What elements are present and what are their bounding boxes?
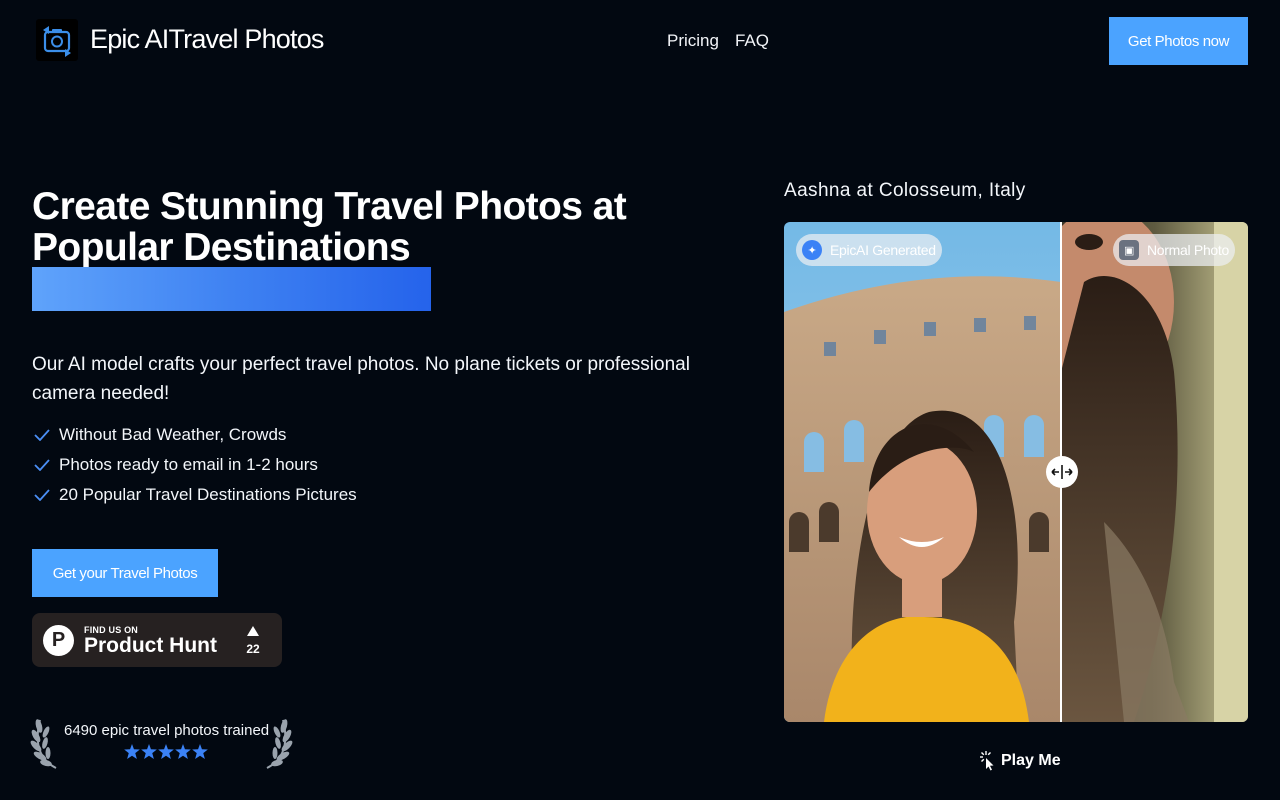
nav-link-faq[interactable]: FAQ: [735, 31, 769, 51]
star-icon: [158, 744, 174, 759]
normal-photo-label: Normal Photo: [1147, 242, 1229, 258]
epicai-generated-tag: ✦ EpicAI Generated: [796, 234, 942, 266]
get-photos-now-button[interactable]: Get Photos now: [1109, 17, 1248, 65]
feature-item: Photos ready to email in 1-2 hours: [32, 450, 357, 480]
star-icon: [192, 744, 208, 759]
brand-name[interactable]: Epic AITravel Photos: [90, 24, 324, 55]
play-me-button[interactable]: Play Me: [979, 751, 1061, 771]
star-icon: [175, 744, 191, 759]
product-hunt-icon: P: [43, 625, 74, 656]
check-icon: [34, 429, 50, 441]
normal-photo-tag: ▣ Normal Photo: [1113, 234, 1235, 266]
photos-trained-count: 6490 epic travel photos trained: [64, 722, 270, 739]
check-icon: [34, 459, 50, 471]
main-nav: Pricing FAQ: [667, 31, 769, 51]
epicai-generated-label: EpicAI Generated: [830, 242, 936, 258]
laurel-left-icon: [30, 719, 57, 769]
star-icon: [124, 744, 140, 759]
comparison-image: [784, 222, 1248, 722]
feature-text: 20 Popular Travel Destinations Pictures: [59, 485, 357, 504]
feature-item: Without Bad Weather, Crowds: [32, 420, 357, 450]
get-travel-photos-button[interactable]: Get your Travel Photos: [32, 549, 218, 597]
hero-lead: Our AI model crafts your perfect travel …: [32, 354, 690, 404]
star-icon: [141, 744, 157, 759]
photo-caption: Aashna at Colosseum, Italy: [784, 180, 1026, 201]
feature-text: Photos ready to email in 1-2 hours: [59, 455, 318, 474]
feature-list: Without Bad Weather, Crowds Photos ready…: [32, 420, 357, 510]
upvote-arrow-icon: [247, 626, 259, 636]
check-icon: [34, 489, 50, 501]
play-me-label: Play Me: [1001, 752, 1061, 769]
nav-link-pricing[interactable]: Pricing: [667, 31, 719, 51]
before-after-comparison[interactable]: ✦ EpicAI Generated ▣ Normal Photo: [784, 222, 1248, 722]
cursor-click-icon: [980, 751, 994, 771]
title-highlight-bar: [32, 267, 431, 311]
rating-stars: [124, 744, 208, 759]
sparkle-icon: ✦: [802, 240, 822, 260]
product-hunt-badge[interactable]: P FIND US ON Product Hunt 22: [32, 613, 282, 667]
site-header: Epic AITravel Photos Pricing FAQ Get Pho…: [0, 0, 1280, 82]
feature-item: 20 Popular Travel Destinations Pictures: [32, 480, 357, 510]
comparison-drag-handle[interactable]: [1046, 456, 1078, 488]
logo-icon[interactable]: [36, 19, 78, 61]
upvote-count: 22: [246, 642, 260, 656]
product-hunt-name: Product Hunt: [84, 634, 217, 657]
feature-text: Without Bad Weather, Crowds: [59, 425, 287, 444]
hero-title: Create Stunning Travel Photos at Popular…: [32, 185, 627, 269]
portrait-icon: ▣: [1119, 240, 1139, 260]
horizontal-resize-icon: [1051, 465, 1073, 479]
